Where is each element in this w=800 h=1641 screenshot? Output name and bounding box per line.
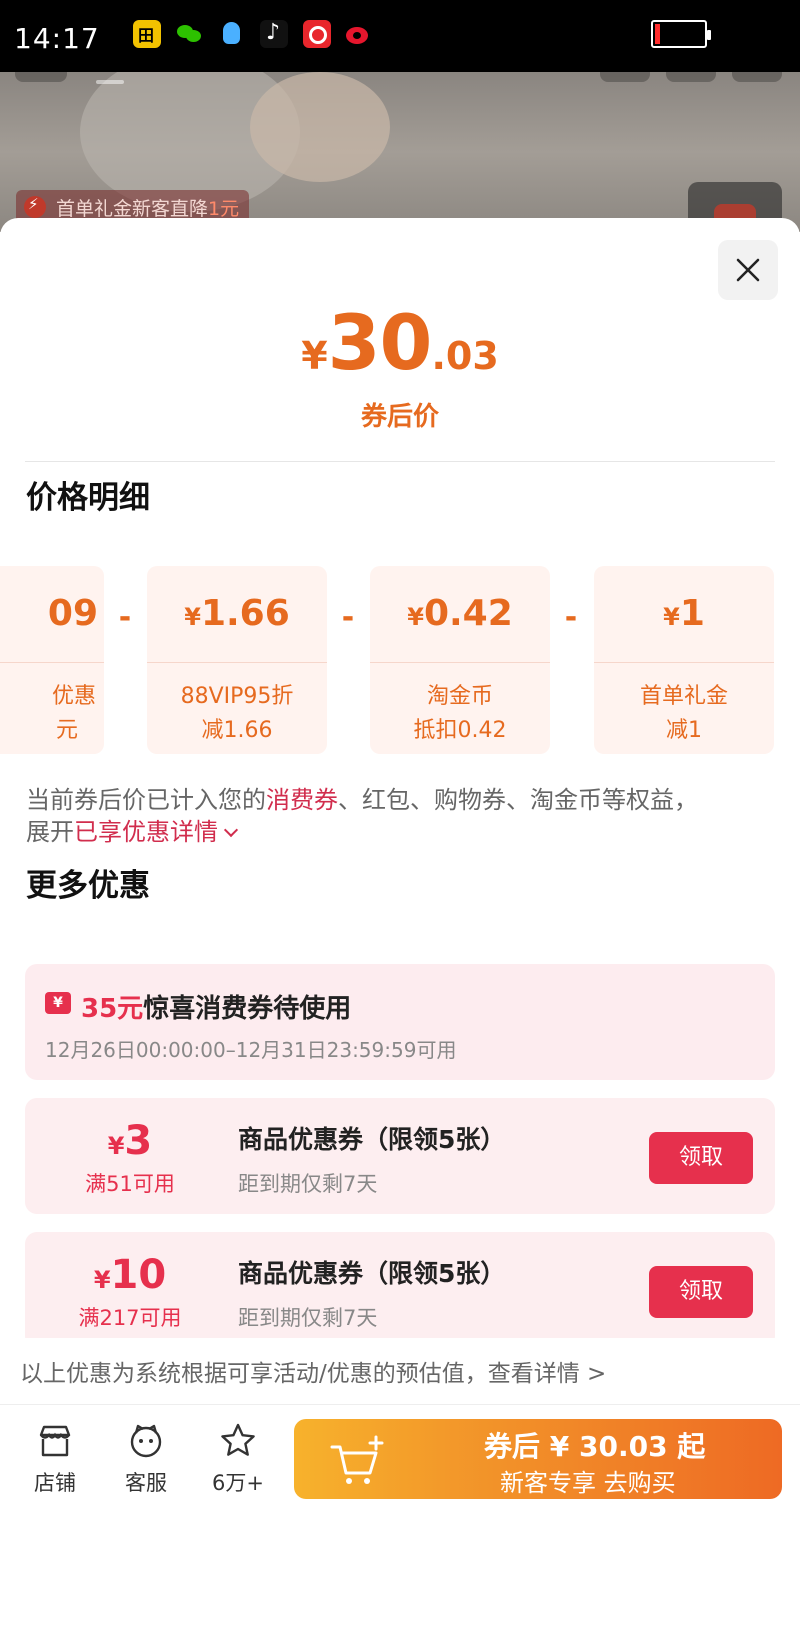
breakdown-label: 首单礼金 xyxy=(639,684,728,709)
breakdown-label: 淘金币 xyxy=(426,684,493,709)
surprise-voucher-banner[interactable]: ¥ 35元惊喜消费券待使用 12月26日00:00:00–12月31日23:59… xyxy=(25,964,775,1080)
coupon-expiry: 距到期仅剩7天 xyxy=(238,1172,378,1196)
qq-icon xyxy=(218,20,246,48)
coupon-title: 商品优惠券（限领5张） xyxy=(238,1259,506,1288)
price-decimal: .03 xyxy=(431,334,499,378)
breakdown-card: ¥1 首单礼金 减1 xyxy=(594,566,774,754)
back-button[interactable] xyxy=(15,72,67,82)
breakdown-value: ¥1 xyxy=(663,593,705,634)
promo-tag-amount: 1元 xyxy=(208,197,240,220)
breakdown-card: ¥0.42 淘金币 抵扣0.42 xyxy=(370,566,550,754)
cart-plus-icon xyxy=(330,1435,384,1484)
breakdown-label: 优惠 xyxy=(51,684,96,709)
ticket-icon: ¥ xyxy=(45,992,71,1014)
breakdown-sub: 减1 xyxy=(666,718,702,743)
buy-button-price: 券后 ¥ 30.03 起 xyxy=(484,1430,706,1463)
final-price-label: 券后价 xyxy=(360,402,439,432)
customer-service-label: 客服 xyxy=(125,1471,167,1495)
coupon-title: 商品优惠券（限领5张） xyxy=(238,1125,506,1154)
close-icon xyxy=(736,258,760,282)
breakdown-value: ¥1.66 xyxy=(184,593,290,634)
lightning-icon xyxy=(24,195,46,218)
coupon-value: ¥3 xyxy=(107,1118,153,1164)
favorite-button[interactable]: 6万+ xyxy=(198,1421,278,1497)
section-title-more-offers: 更多优惠 xyxy=(26,868,150,904)
status-time: 14:17 xyxy=(14,22,100,55)
minus-sign: - xyxy=(564,600,578,635)
claim-coupon-button[interactable]: 领取 xyxy=(649,1132,753,1184)
breakdown-label: 88VIP95折 xyxy=(180,684,294,709)
buy-button[interactable]: 券后 ¥ 30.03 起 新客专享 去购买 xyxy=(294,1419,782,1499)
coupon-card: ¥3 满51可用 商品优惠券（限领5张） 距到期仅剩7天 领取 xyxy=(25,1098,775,1214)
wechat-icon xyxy=(175,20,203,48)
netease-music-icon xyxy=(303,20,331,48)
store-label: 店铺 xyxy=(34,1471,76,1495)
final-price: ¥30.03 xyxy=(0,298,800,387)
buy-button-label: 新客专享 去购买 xyxy=(500,1469,676,1497)
bottom-action-bar: 店铺 客服 6万+ 券后 ¥ 30.03 起 新客专享 去购买 xyxy=(0,1404,800,1641)
coupon-value: ¥10 xyxy=(93,1252,167,1298)
status-bar: 14:17 xyxy=(0,0,800,72)
breakdown-value: 09 xyxy=(47,593,98,634)
minus-sign: - xyxy=(341,600,355,635)
coupon-condition: 满51可用 xyxy=(85,1172,175,1196)
breakdown-card: ¥1.66 88VIP95折 减1.66 xyxy=(147,566,327,754)
weibo-icon xyxy=(345,20,373,48)
disclaimer-text[interactable]: 以上优惠为系统根据可享活动/优惠的预估值，查看详情 > xyxy=(20,1354,606,1388)
customer-service-button[interactable]: 客服 xyxy=(106,1421,186,1497)
breakdown-sub: 减1.66 xyxy=(201,718,273,743)
close-button[interactable] xyxy=(718,240,778,300)
promo-tag-text: 首单礼金新客直降 xyxy=(56,197,209,220)
more-button[interactable] xyxy=(732,72,782,82)
battery-icon xyxy=(651,20,711,48)
claim-coupon-button[interactable]: 领取 xyxy=(649,1266,753,1318)
divider xyxy=(25,461,775,462)
cart-button[interactable] xyxy=(666,72,716,82)
price-breakdown-cards[interactable]: 09 优惠 元 - ¥1.66 88VIP95折 减1.66 - ¥0.42 淘… xyxy=(0,566,800,756)
coupon-condition: 满217可用 xyxy=(78,1306,182,1330)
price-currency: ¥ xyxy=(301,334,328,378)
tiktok-icon xyxy=(260,20,288,48)
coupon-card: ¥10 满217可用 商品优惠券（限领5张） 距到期仅剩7天 领取 xyxy=(25,1232,775,1348)
breakdown-sub: 抵扣0.42 xyxy=(413,718,507,743)
favorite-count: 6万+ xyxy=(212,1471,264,1495)
product-background: 首单礼金新客直降 1元 xyxy=(0,72,800,232)
coupon-expiry: 距到期仅剩7天 xyxy=(238,1306,378,1330)
search-button[interactable] xyxy=(600,72,650,82)
breakdown-value: ¥0.42 xyxy=(407,593,513,634)
disclaimer-bar[interactable]: 以上优惠为系统根据可享活动/优惠的预估值，查看详情 > xyxy=(0,1338,800,1404)
app-notification-icon xyxy=(133,20,161,48)
surprise-voucher-title: 35元惊喜消费券待使用 xyxy=(81,994,352,1024)
expand-discount-details-link[interactable]: 已享优惠详情 xyxy=(74,818,218,846)
price-detail-sheet: ¥30.03 券后价 价格明细 09 优惠 元 - ¥1.66 88VIP95折… xyxy=(0,218,800,1641)
breakdown-sub: 元 xyxy=(55,718,78,743)
price-note: 当前券后价已计入您的消费券、红包、购物券、淘金币等权益， 展开已享优惠详情 xyxy=(26,786,698,846)
star-icon xyxy=(221,1423,255,1456)
customer-service-icon xyxy=(130,1424,162,1458)
breakdown-card: 09 优惠 元 xyxy=(0,566,104,754)
minus-sign: - xyxy=(118,600,132,635)
price-integer: 30 xyxy=(327,298,433,387)
section-title-price-detail: 价格明细 xyxy=(26,480,150,516)
consumption-voucher-link[interactable]: 消费券 xyxy=(266,786,338,814)
chevron-down-icon[interactable] xyxy=(223,822,239,838)
store-icon xyxy=(39,1425,71,1457)
store-button[interactable]: 店铺 xyxy=(15,1421,95,1497)
surprise-voucher-period: 12月26日00:00:00–12月31日23:59:59可用 xyxy=(45,1038,457,1062)
